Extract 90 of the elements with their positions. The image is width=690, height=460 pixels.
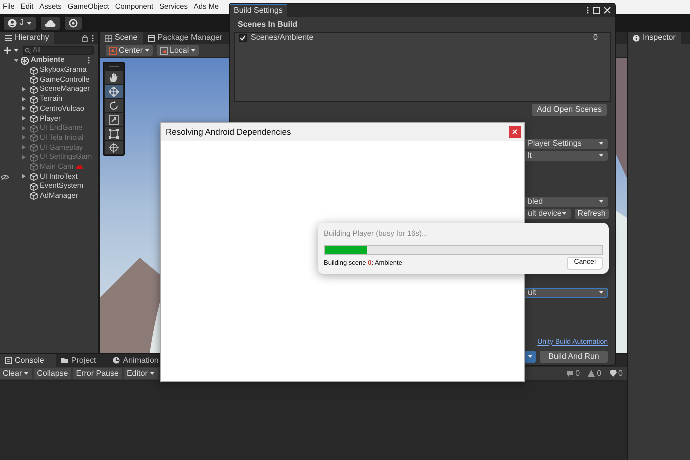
panel-tab[interactable]: Scene [100,32,143,44]
settings-icon [69,18,78,28]
panel-tab[interactable]: Animation [108,354,171,367]
count-label: 0 [576,368,580,378]
caret-icon [599,141,604,146]
transform-icon [109,142,119,152]
toolbar-button[interactable]: Clear [0,368,32,379]
expand-arrow-icon[interactable] [22,87,26,92]
close-button[interactable] [509,126,521,138]
cloud-button[interactable] [41,16,60,30]
expand-arrow-icon[interactable] [22,174,26,180]
space-dropdown[interactable]: Local [157,45,200,56]
rect-tool-icon [109,128,119,138]
tool-button[interactable] [105,71,123,84]
local-icon [160,46,168,54]
add-open-scenes-button[interactable]: Add Open Scenes [532,104,607,116]
maximize-icon[interactable] [593,7,600,14]
folder-icon [61,357,68,364]
account-button[interactable]: J [4,16,36,30]
warning-icon [588,370,596,377]
panel-tab[interactable]: Project [56,354,108,367]
pivot-icon [109,46,117,54]
dropdown[interactable]: Player Settings [524,138,608,149]
rotate-icon [109,100,119,110]
hidden-eye-icon[interactable] [1,174,9,180]
caret-icon [191,48,196,53]
console-icon [5,357,12,364]
move-icon [109,86,119,96]
caret-icon [14,48,19,52]
build-dropdown-button[interactable] [524,350,536,363]
log-icon [566,370,574,377]
scale-icon [109,114,119,124]
inspector-tab[interactable]: Inspector [628,32,681,44]
info-icon [633,34,640,42]
hand-icon [109,72,119,82]
scene-icon [21,56,29,65]
pivot-dropdown[interactable]: Center [106,45,154,56]
dialog-title: Resolving Android Dependencies [166,126,292,138]
expand-arrow-icon[interactable] [22,106,26,112]
plus-icon [4,46,11,54]
user-icon [8,18,17,28]
scene-index: 0 [594,33,599,43]
caret-icon [599,153,604,158]
count-label: 0 [597,368,602,378]
dropdown[interactable]: ult device [524,208,571,219]
count-label: 0 [618,368,623,378]
caret-icon [145,48,150,53]
toolbar-button[interactable]: Editor [124,368,158,379]
refresh-button[interactable]: Refresh [574,208,609,219]
check-icon [240,35,246,42]
dropdown[interactable]: ult [524,288,608,298]
dropdown[interactable]: lt [524,150,608,161]
panel-tab[interactable]: Package Manager [142,32,228,44]
toolbar-button[interactable]: Collapse [34,368,72,379]
checkbox[interactable] [239,34,247,42]
panel-tab[interactable]: Console [0,354,56,367]
caret-icon [150,371,155,376]
caret-icon [599,290,604,296]
hierarchy-tab[interactable]: Hierarchy [0,32,54,44]
scribble-mark [76,164,83,170]
lock-icon[interactable] [82,34,88,42]
window-tab[interactable]: Build Settings [230,4,287,17]
caret-icon [599,199,604,204]
section-heading: Scenes In Build [237,20,299,30]
close-icon [512,129,518,135]
build-and-run-button[interactable]: Build And Run [540,350,608,363]
tool-button[interactable] [105,141,123,154]
scene-path: Scenes/Ambiente [251,33,314,43]
caret-icon [562,211,567,216]
toolbar-button[interactable]: Error Pause [73,368,122,379]
clock-icon [113,357,120,364]
tool-button[interactable] [105,99,123,112]
tool-button[interactable] [105,127,123,140]
tool-button[interactable] [105,85,123,98]
tool-button[interactable] [105,113,123,126]
caret-icon [24,371,30,376]
dropdown[interactable]: bled [524,196,608,207]
search-icon [25,48,31,54]
grid-icon [105,34,112,42]
list-icon [5,34,12,42]
expand-arrow-icon[interactable] [14,58,19,64]
error-icon [610,370,617,377]
caret-icon [27,20,32,26]
cloud-icon [45,20,56,26]
close-icon[interactable] [604,7,611,14]
caret-icon [528,354,532,360]
expand-arrow-icon[interactable] [22,96,26,102]
expand-arrow-icon[interactable] [22,116,26,122]
settings-button[interactable] [65,16,82,30]
package-icon [148,34,155,42]
